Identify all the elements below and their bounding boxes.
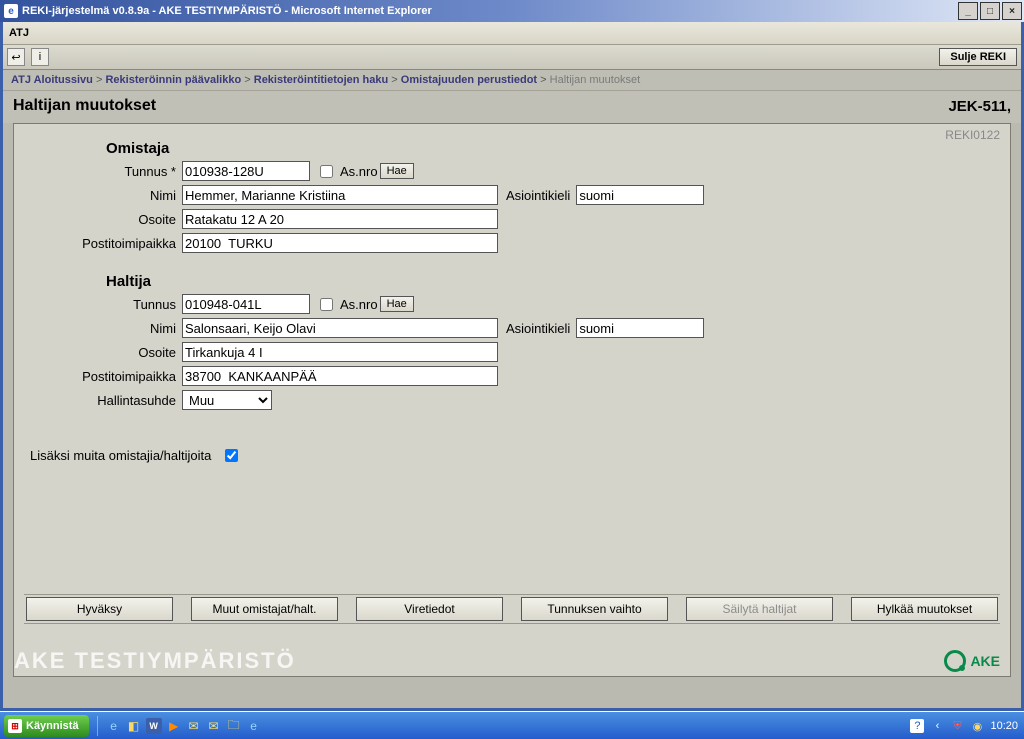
tray-help-icon[interactable]: ? [910, 719, 924, 733]
window-title: REKI-järjestelmä v0.8.9a - AKE TESTIYMPÄ… [22, 5, 432, 17]
desktop-icon[interactable]: ◧ [126, 718, 142, 734]
mail2-icon[interactable]: ✉ [206, 718, 222, 734]
mail-icon[interactable]: ✉ [186, 718, 202, 734]
ie-icon-2[interactable]: e [246, 718, 262, 734]
tray-arrow-icon[interactable]: ‹ [930, 719, 944, 733]
ie-quicklaunch-icon[interactable]: e [106, 718, 122, 734]
explorer-icon[interactable]: 🗀 [226, 718, 242, 734]
window-close-button[interactable]: × [1002, 2, 1022, 20]
start-button[interactable]: ⊞ Käynnistä [4, 715, 89, 737]
window-titlebar: e REKI-järjestelmä v0.8.9a - AKE TESTIYM… [0, 0, 1024, 22]
quicklaunch: e ◧ W ▶ ✉ ✉ 🗀 e [102, 718, 266, 734]
windows-taskbar: ⊞ Käynnistä e ◧ W ▶ ✉ ✉ 🗀 e ? ‹ ⛨ ◉ 10:2… [0, 711, 1024, 739]
window-minimize-button[interactable]: _ [958, 2, 978, 20]
media-icon[interactable]: ▶ [166, 718, 182, 734]
tray-shield-icon[interactable]: ⛨ [950, 719, 964, 733]
windows-flag-icon: ⊞ [8, 719, 22, 733]
system-tray: ? ‹ ⛨ ◉ 10:20 [910, 719, 1024, 733]
word-icon[interactable]: W [146, 718, 162, 734]
window-restore-button[interactable]: □ [980, 2, 1000, 20]
ie-icon: e [4, 4, 18, 18]
tray-network-icon[interactable]: ◉ [970, 719, 984, 733]
clock: 10:20 [990, 720, 1018, 732]
